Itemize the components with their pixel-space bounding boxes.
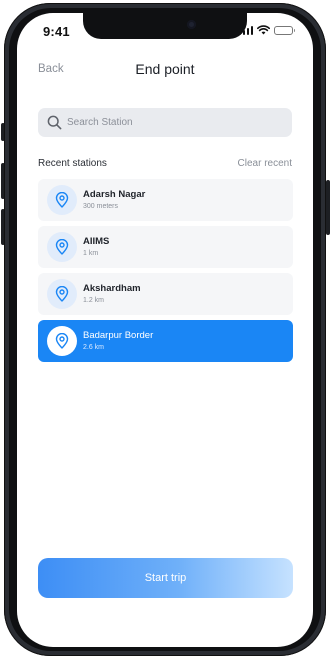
station-name: Badarpur Border <box>83 330 154 341</box>
status-icons <box>238 25 295 35</box>
search-input[interactable] <box>67 108 277 137</box>
app-screen: 9:41 Back End point Recent stations Clea… <box>17 13 313 647</box>
recent-stations-list: Adarsh Nagar 300 meters AIIMS 1 km Aksha… <box>38 179 293 367</box>
start-trip-button[interactable]: Start trip <box>38 558 293 598</box>
notch <box>83 13 247 39</box>
location-pin-icon <box>47 232 77 262</box>
battery-icon <box>274 25 295 35</box>
station-item[interactable]: Adarsh Nagar 300 meters <box>38 179 293 221</box>
search-icon <box>47 115 62 130</box>
station-name: AIIMS <box>83 236 110 247</box>
location-pin-icon <box>47 279 77 309</box>
power-button <box>326 180 330 235</box>
station-item[interactable]: Akshardham 1.2 km <box>38 273 293 315</box>
wifi-icon <box>257 25 270 35</box>
station-item[interactable]: AIIMS 1 km <box>38 226 293 268</box>
camera-icon <box>187 20 196 29</box>
station-name: Adarsh Nagar <box>83 189 146 200</box>
station-distance: 1 km <box>83 250 99 257</box>
nav-bar: Back End point <box>17 61 313 81</box>
search-bar[interactable] <box>38 108 292 137</box>
cellular-signal-icon <box>238 25 253 35</box>
station-name: Akshardham <box>83 283 141 294</box>
station-distance: 2.6 km <box>83 344 105 351</box>
status-time: 9:41 <box>43 24 70 39</box>
location-pin-icon <box>47 185 77 215</box>
page-title: End point <box>135 61 195 77</box>
section-title: Recent stations <box>38 158 107 169</box>
station-item-selected[interactable]: Badarpur Border 2.6 km <box>38 320 293 362</box>
clear-recent-button[interactable]: Clear recent <box>238 158 292 169</box>
station-distance: 300 meters <box>83 203 119 210</box>
recent-header: Recent stations Clear recent <box>38 158 292 172</box>
location-pin-icon <box>47 326 77 356</box>
station-distance: 1.2 km <box>83 297 105 304</box>
